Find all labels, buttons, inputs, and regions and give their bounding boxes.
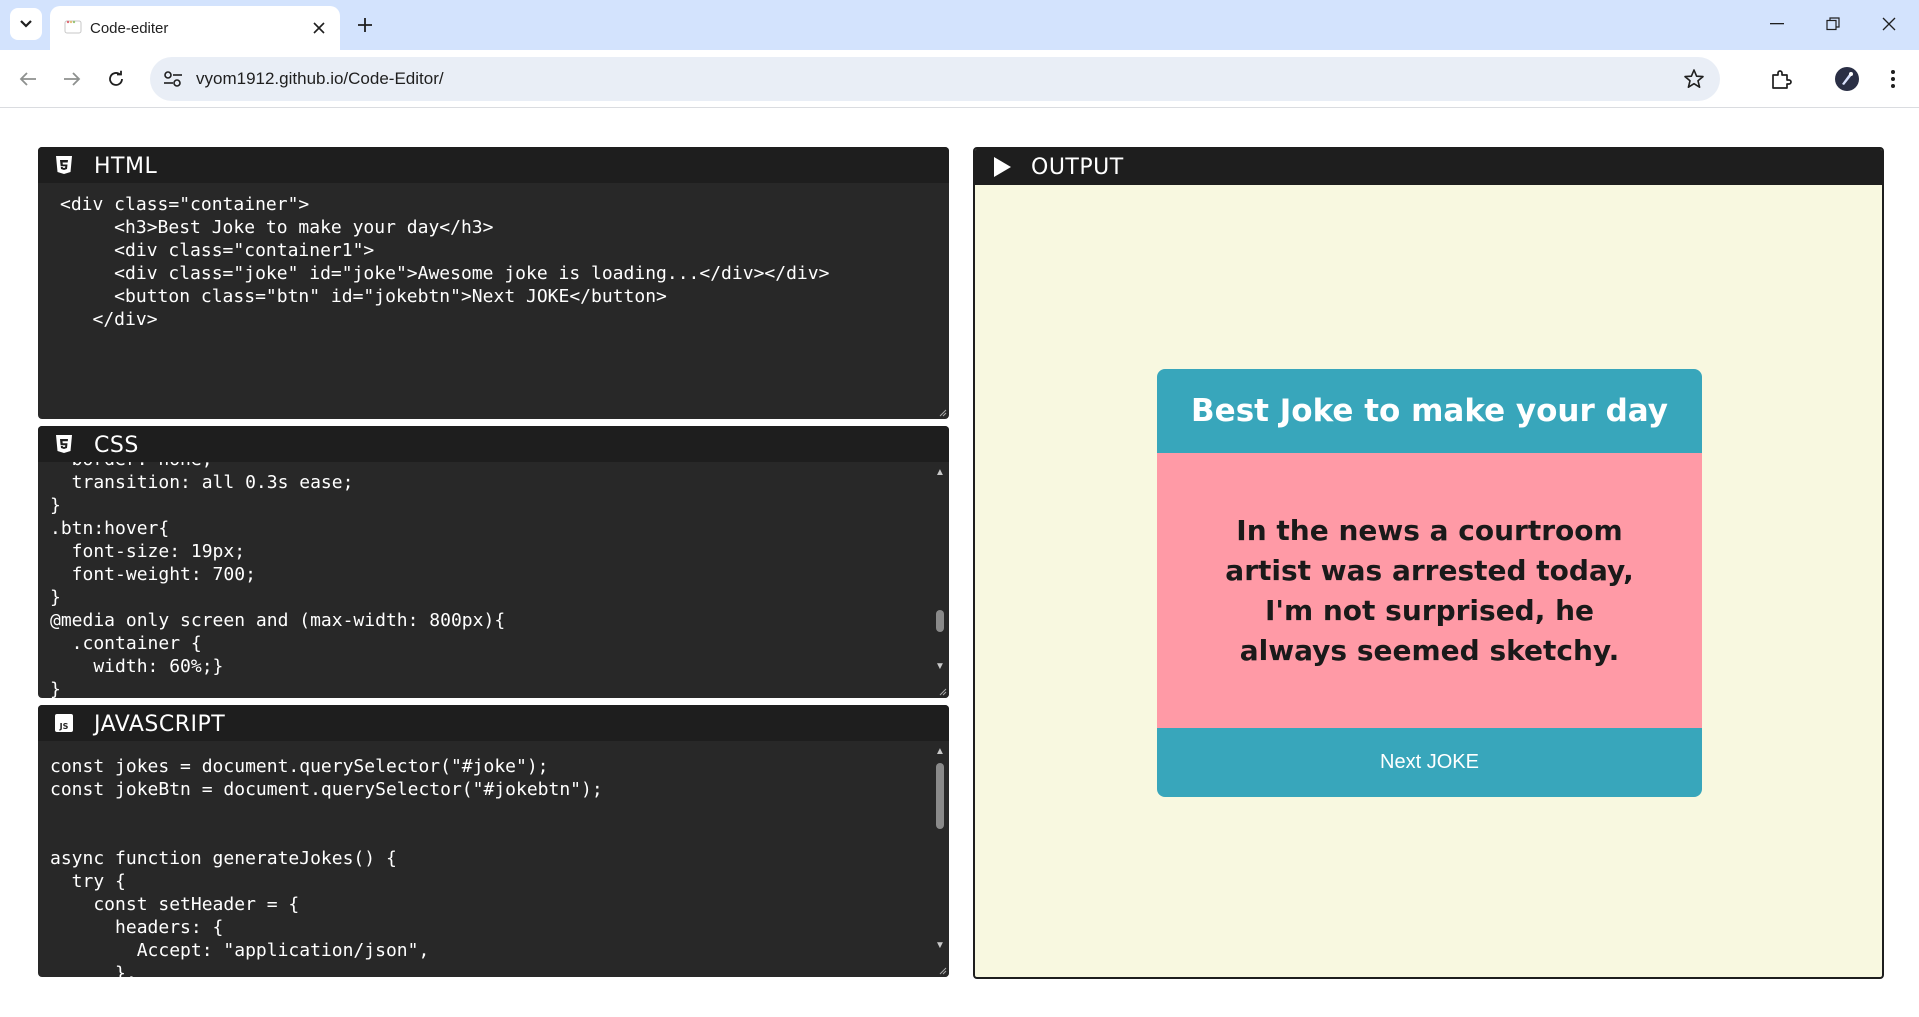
page-favicon-icon xyxy=(64,20,82,34)
close-tab-icon[interactable] xyxy=(308,17,330,39)
svg-text:JS: JS xyxy=(59,722,69,731)
code-line: Accept: "application/json", xyxy=(50,940,430,961)
back-button[interactable] xyxy=(12,63,44,95)
code-line: headers: { xyxy=(50,917,224,938)
joke-heading: Best Joke to make your day xyxy=(1157,369,1702,453)
code-line: transition: all 0.3s ease; xyxy=(50,472,354,493)
avatar-icon xyxy=(1835,67,1859,91)
puzzle-icon xyxy=(1772,70,1792,89)
tab-search-button[interactable] xyxy=(10,8,42,40)
minimize-window-button[interactable] xyxy=(1754,8,1800,40)
code-line: }, xyxy=(50,963,137,977)
joke-card: Best Joke to make your day In the news a… xyxy=(1157,369,1702,797)
css-code-area[interactable]: border: none; transition: all 0.3s ease;… xyxy=(38,462,931,698)
html5-icon xyxy=(56,156,72,174)
js-panel-label: JAVASCRIPT xyxy=(94,712,226,737)
js-icon: JS xyxy=(55,714,73,732)
scroll-up-icon[interactable]: ▲ xyxy=(935,747,945,757)
browser-toolbar: vyom1912.github.io/Code-Editor/ xyxy=(0,50,1919,108)
restore-icon xyxy=(1826,17,1840,31)
code-line: <div class="container"> xyxy=(60,194,310,215)
code-line: } xyxy=(50,495,61,516)
html-panel-header: HTML xyxy=(38,147,949,183)
css-panel-label: CSS xyxy=(94,433,139,458)
scrollbar-thumb[interactable] xyxy=(936,610,944,632)
scroll-down-icon[interactable]: ▼ xyxy=(935,941,945,951)
arrow-right-icon xyxy=(64,72,81,86)
code-line: </div> xyxy=(60,309,158,330)
css-scrollbar[interactable]: ▲ ▼ xyxy=(931,462,949,698)
css-panel-header: CSS xyxy=(38,426,949,462)
code-line: @media only screen and (max-width: 800px… xyxy=(50,610,506,631)
code-line: async function generateJokes() { xyxy=(50,848,397,869)
joke-text: In the news a courtroom artist was arres… xyxy=(1157,453,1702,728)
scrollbar-thumb[interactable] xyxy=(936,763,944,829)
js-scrollbar[interactable]: ▲ ▼ xyxy=(931,741,949,977)
plus-icon xyxy=(358,18,372,32)
code-line: const jokeBtn = document.querySelector("… xyxy=(50,779,603,800)
output-panel: OUTPUT Best Joke to make your day In the… xyxy=(973,147,1884,979)
browser-tab-strip: Code-editer xyxy=(0,0,1919,50)
restore-window-button[interactable] xyxy=(1810,8,1856,40)
resize-grip-icon[interactable] xyxy=(937,965,947,975)
code-line: font-weight: 700; xyxy=(50,564,256,585)
address-bar[interactable]: vyom1912.github.io/Code-Editor/ xyxy=(150,57,1720,101)
extensions-button[interactable] xyxy=(1766,64,1796,94)
tab-title: Code-editer xyxy=(90,20,169,37)
code-line: try { xyxy=(50,871,126,892)
code-line: <button class="btn" id="jokebtn">Next JO… xyxy=(60,286,667,307)
profile-avatar[interactable] xyxy=(1832,64,1862,94)
resize-grip-icon[interactable] xyxy=(937,686,947,696)
code-line: <div class="joke" id="joke">Awesome joke… xyxy=(60,263,830,284)
scroll-up-icon[interactable]: ▲ xyxy=(935,468,945,478)
output-panel-label: OUTPUT xyxy=(1031,155,1124,180)
active-tab[interactable]: Code-editer xyxy=(50,6,340,50)
close-icon xyxy=(1882,17,1896,31)
play-icon xyxy=(994,157,1011,177)
resize-grip-icon[interactable] xyxy=(937,407,947,417)
more-vertical-icon xyxy=(1891,70,1895,88)
reload-button[interactable] xyxy=(100,63,132,95)
minimize-icon xyxy=(1770,23,1784,25)
html-editor-panel: HTML <div class="container"> <h3>Best Jo… xyxy=(38,147,949,419)
css-editor-panel: CSS border: none; transition: all 0.3s e… xyxy=(38,426,949,698)
code-line: <h3>Best Joke to make your day</h3> xyxy=(60,217,494,238)
js-panel-header: JS JAVASCRIPT xyxy=(38,705,949,741)
code-line: } xyxy=(50,587,61,608)
js-editor-panel: JS JAVASCRIPT const jokes = document.que… xyxy=(38,705,949,977)
forward-button[interactable] xyxy=(56,63,88,95)
scroll-down-icon[interactable]: ▼ xyxy=(935,662,945,672)
code-line: <div class="container1"> xyxy=(60,240,375,261)
arrow-left-icon xyxy=(19,72,36,86)
code-line: .container { xyxy=(50,633,202,654)
close-window-button[interactable] xyxy=(1866,8,1912,40)
code-line: border: none; xyxy=(50,462,213,471)
code-line: const setHeader = { xyxy=(50,894,300,915)
chevron-down-icon xyxy=(20,20,32,28)
code-line: width: 60%;} xyxy=(50,656,224,677)
code-line: } xyxy=(50,679,61,698)
address-url[interactable]: vyom1912.github.io/Code-Editor/ xyxy=(196,69,444,89)
html-panel-label: HTML xyxy=(94,154,158,179)
output-panel-header: OUTPUT xyxy=(975,149,1882,185)
new-tab-button[interactable] xyxy=(350,10,380,40)
browser-menu-button[interactable] xyxy=(1878,64,1908,94)
bookmark-star-icon[interactable] xyxy=(1682,67,1706,91)
code-line: const jokes = document.querySelector("#j… xyxy=(50,756,549,777)
reload-icon xyxy=(109,70,123,86)
site-settings-icon[interactable] xyxy=(162,69,184,89)
js-code-area[interactable]: const jokes = document.querySelector("#j… xyxy=(38,741,931,977)
next-joke-button[interactable]: Next JOKE xyxy=(1157,728,1702,797)
code-line: .btn:hover{ xyxy=(50,518,170,539)
code-line: font-size: 19px; xyxy=(50,541,246,562)
css3-icon xyxy=(56,435,72,453)
